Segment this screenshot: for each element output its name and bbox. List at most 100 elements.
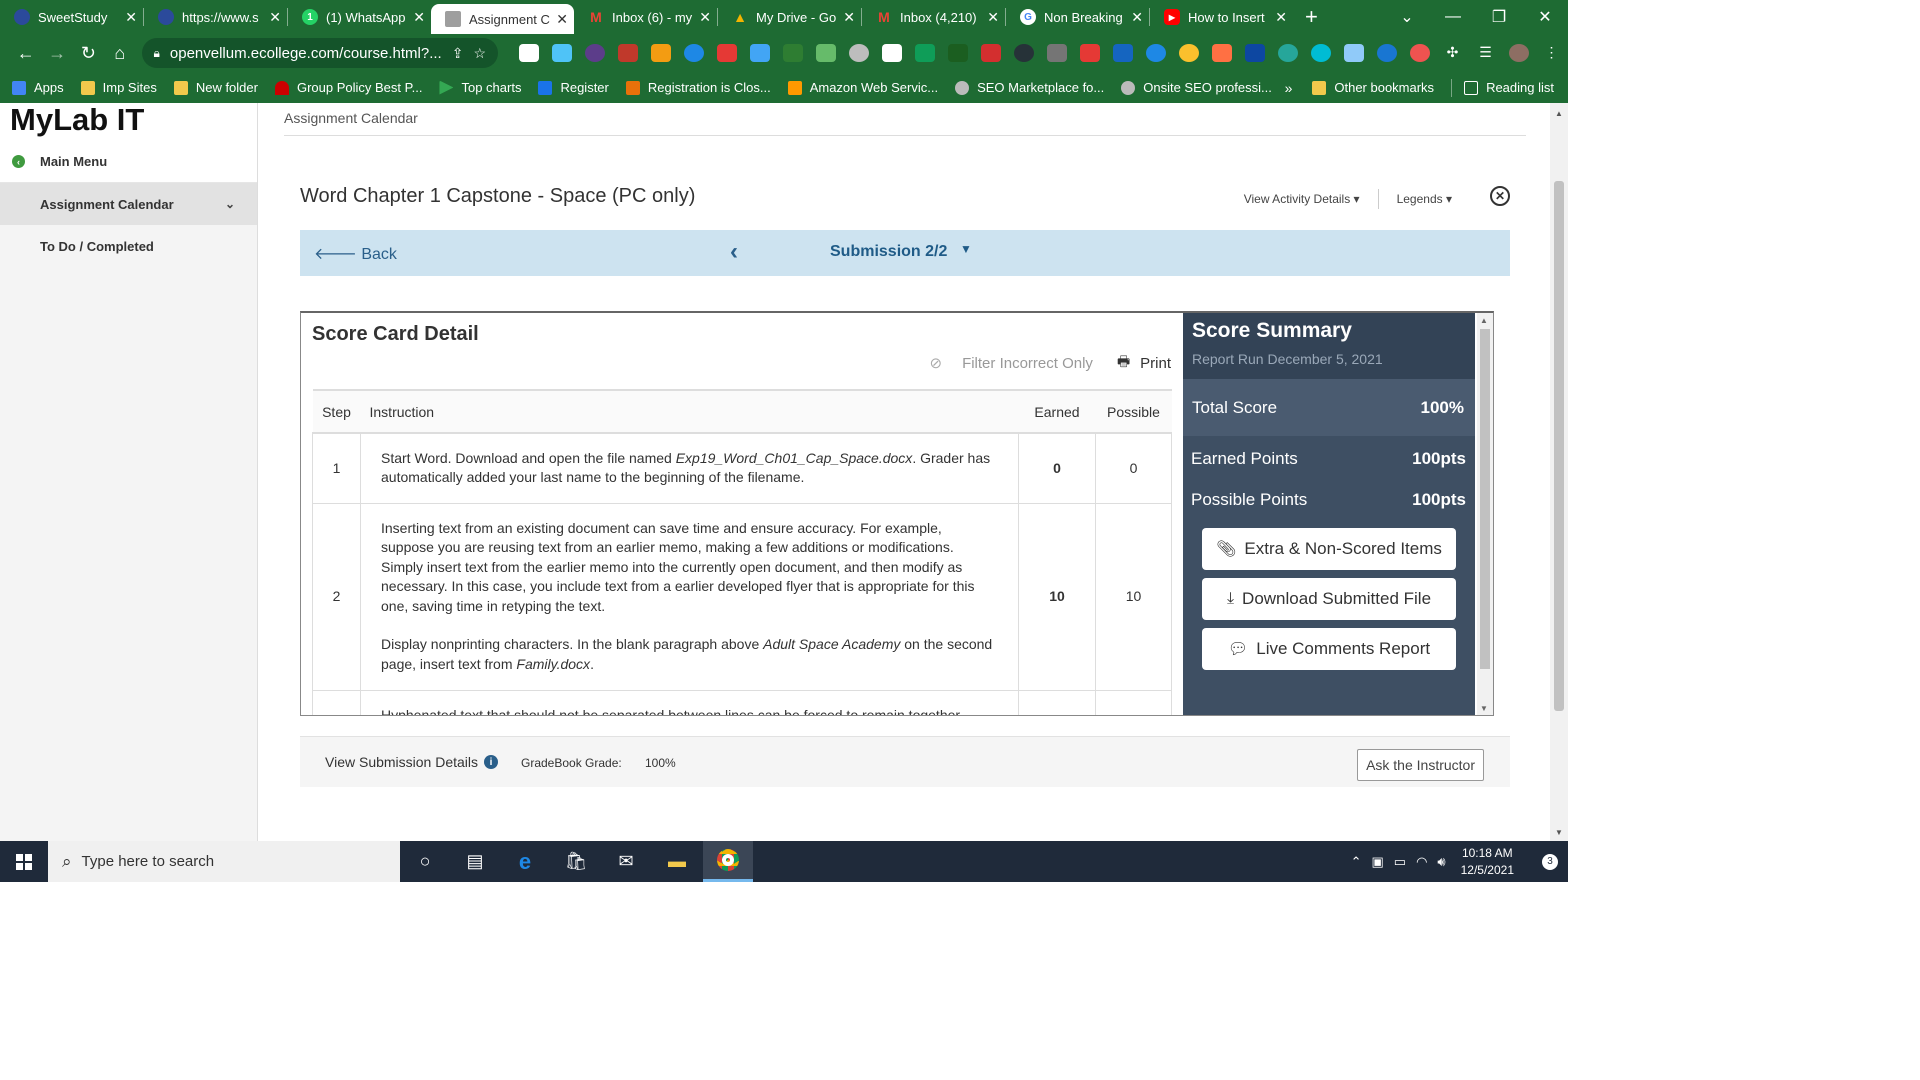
notifications-icon[interactable]: 3 [1532,853,1568,870]
taskbar-search[interactable]: ⌕ Type here to search [48,841,400,882]
extension-icon[interactable] [584,44,605,62]
extension-icon[interactable] [683,44,704,62]
close-tab-icon[interactable]: ✕ [413,9,425,26]
extension-icon[interactable] [881,44,902,62]
extension-icon[interactable] [1079,44,1100,62]
restore-icon[interactable]: ❐ [1476,7,1522,27]
minimize-icon[interactable]: — [1430,8,1476,26]
extension-icon[interactable] [980,44,1001,62]
avatar[interactable] [1508,44,1529,62]
share-icon[interactable]: ⇪ [452,45,464,62]
previous-submission-icon[interactable]: ‹ [730,238,738,266]
browser-tab[interactable]: M Inbox (6) - my ✕ [574,0,717,34]
close-tab-icon[interactable]: ✕ [1131,9,1143,26]
home-icon[interactable]: ⌂ [104,43,135,64]
puzzle-extensions-icon[interactable]: ✣ [1443,44,1463,62]
view-submission-details-link[interactable]: View Submission Details i [325,754,499,770]
mail-icon[interactable]: ✉ [601,841,651,882]
extension-icon[interactable] [1409,44,1430,62]
volume-icon[interactable]: 🔊︎ [1437,854,1445,870]
extension-icon[interactable] [848,44,869,62]
close-tab-icon[interactable]: ✕ [987,9,999,26]
reading-mode-icon[interactable]: ☰ [1476,44,1496,62]
bookmark-folder[interactable]: New folder [173,80,258,95]
address-bar[interactable]: 🔒︎ openvellum.ecollege.com/course.html?.… [141,38,498,68]
bookmark-item[interactable]: Onsite SEO professi... [1121,80,1272,95]
bookmark-item[interactable]: Registration is Clos... [625,80,771,95]
close-tab-icon[interactable]: ✕ [556,11,568,28]
other-bookmarks[interactable]: Other bookmarks [1312,80,1434,95]
scroll-thumb[interactable] [1480,329,1490,669]
extension-icon[interactable] [947,44,968,62]
file-explorer-icon[interactable]: ▬ [652,841,702,882]
close-tab-icon[interactable]: ✕ [699,9,711,26]
browser-tab[interactable]: 1 (1) WhatsApp ✕ [288,0,431,34]
reload-icon[interactable]: ↻ [73,43,104,64]
forward-arrow-icon[interactable]: → [41,43,72,64]
extension-icon[interactable] [782,44,803,62]
extension-icon[interactable] [1013,44,1034,62]
close-window-icon[interactable]: ✕ [1522,7,1568,27]
bookmark-item[interactable]: Register [538,80,609,95]
cortana-icon[interactable]: ○ [400,841,450,882]
extension-icon[interactable] [914,44,935,62]
extension-icon[interactable] [617,44,638,62]
extension-icon[interactable] [518,44,539,62]
scroll-thumb[interactable] [1554,181,1564,711]
chevron-up-icon[interactable]: ⌃ [1351,854,1362,870]
submission-selector[interactable]: Submission 2/2 [830,243,947,261]
scroll-down-icon[interactable]: ▼ [1555,828,1563,837]
browser-tab[interactable]: ▲ My Drive - Go ✕ [718,0,861,34]
meet-now-icon[interactable]: ▣ [1371,854,1383,870]
print-button[interactable]: 🖶︎ Print [1117,351,1171,375]
edge-icon[interactable]: e [500,841,550,882]
browser-tab[interactable]: G Non Breaking ✕ [1006,0,1149,34]
filter-incorrect-toggle[interactable]: ⊘ Filter Incorrect Only [929,354,1092,373]
browser-tab-active[interactable]: Assignment C ✕ [431,4,574,34]
back-button[interactable]: 🡐︎ Back [314,243,397,264]
clock[interactable]: 10:18 AM 12/5/2021 [1461,845,1514,879]
chevron-down-icon[interactable]: ⌄ [225,197,235,211]
main-menu-link[interactable]: ‹ Main Menu [0,141,257,183]
view-activity-details-link[interactable]: View Activity Details ▾ [1244,192,1360,206]
extension-icon[interactable] [1310,44,1331,62]
kebab-menu-icon[interactable]: ⋮ [1542,44,1562,62]
bookmark-star-icon[interactable]: ☆ [473,45,486,62]
extension-icon[interactable] [1376,44,1397,62]
task-view-icon[interactable]: ▤ [450,841,500,882]
bookmark-item[interactable]: Top charts [439,80,521,95]
extension-icon[interactable] [749,44,770,62]
extra-non-scored-button[interactable]: 📎︎ Extra & Non-Scored Items [1202,528,1456,570]
close-tab-icon[interactable]: ✕ [1275,9,1287,26]
browser-tab[interactable]: M Inbox (4,210) ✕ [862,0,1005,34]
browser-tab[interactable]: ▶ How to Insert ✕ [1150,0,1293,34]
extension-icon[interactable] [1244,44,1265,62]
scroll-down-icon[interactable]: ▼ [1480,704,1488,713]
back-arrow-icon[interactable]: ← [10,43,41,64]
bookmark-item[interactable]: Amazon Web Servic... [787,80,938,95]
start-button[interactable] [0,841,48,882]
download-submitted-file-button[interactable]: ⤓ Download Submitted File [1202,578,1456,620]
browser-tab[interactable]: SweetStudy ✕ [0,0,143,34]
panel-scrollbar[interactable]: ▲ ▼ [1477,313,1493,715]
close-tab-icon[interactable]: ✕ [269,9,281,26]
sidebar-item-assignment-calendar[interactable]: Assignment Calendar ⌄ [0,183,257,225]
extension-icon[interactable] [716,44,737,62]
extension-icon[interactable] [1178,44,1199,62]
new-tab-icon[interactable]: + [1305,4,1318,30]
extension-icon[interactable] [650,44,671,62]
legends-link[interactable]: Legends ▾ [1397,192,1452,206]
extension-icon[interactable] [815,44,836,62]
extension-icon[interactable] [551,44,572,62]
info-icon[interactable]: i [484,755,499,769]
close-tab-icon[interactable]: ✕ [843,9,855,26]
ask-instructor-button[interactable]: Ask the Instructor [1357,749,1484,781]
extension-icon[interactable] [1112,44,1133,62]
extension-icon[interactable] [1046,44,1067,62]
battery-icon[interactable]: ▭ [1394,854,1406,870]
caret-down-icon[interactable]: ▼ [960,242,972,256]
close-tab-icon[interactable]: ✕ [125,9,137,26]
close-icon[interactable]: ✕ [1490,186,1510,206]
extension-icon[interactable] [1211,44,1232,62]
bookmark-apps[interactable]: Apps [12,80,64,95]
